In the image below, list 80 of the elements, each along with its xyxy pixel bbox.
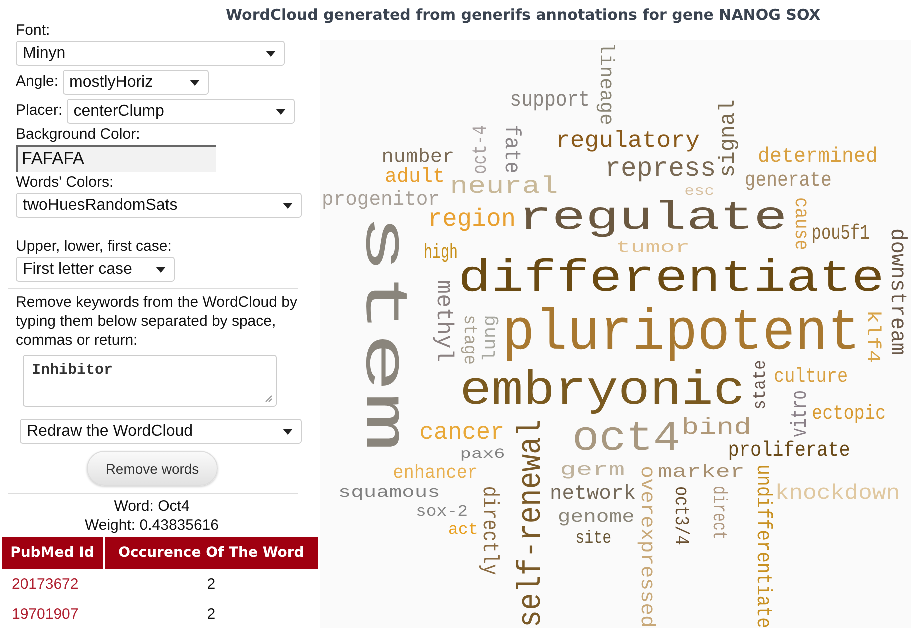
pubmed-link[interactable]: 20173672 <box>12 576 79 592</box>
cloud-word[interactable]: direct <box>708 486 728 540</box>
cloud-word[interactable]: proliferate <box>728 441 850 462</box>
column-header: Occurence Of The Word <box>104 537 318 569</box>
words-colors-select[interactable]: twoHuesRandomSats <box>16 193 302 218</box>
cloud-word[interactable]: determined <box>758 147 878 168</box>
angle-label: Angle: <box>16 73 59 90</box>
weight-label: Weight: 0.43835616 <box>84 516 220 535</box>
cloud-word[interactable]: network <box>550 485 636 505</box>
cloud-word[interactable]: ectopic <box>812 405 886 425</box>
cloud-word[interactable]: oct4 <box>572 418 680 460</box>
cloud-word[interactable]: culture <box>774 368 848 388</box>
caret-icon <box>283 428 293 434</box>
placer-label: Placer: <box>16 102 63 119</box>
cloud-word[interactable]: sox-2 <box>416 504 468 520</box>
cloud-word[interactable]: high <box>424 244 458 264</box>
cloud-word[interactable]: embryonic <box>460 368 746 416</box>
cloud-word[interactable]: methyl <box>432 280 455 362</box>
caret-icon <box>266 50 276 56</box>
column-header: PubMed Id <box>2 537 103 569</box>
cloud-word[interactable]: cause <box>790 197 810 250</box>
cloud-word[interactable]: pax6 <box>460 448 505 462</box>
cloud-word[interactable]: stem <box>352 214 412 452</box>
cloud-word[interactable]: adult <box>385 168 445 188</box>
cloud-word[interactable]: genome <box>558 509 635 527</box>
redraw-select[interactable]: Redraw the WordCloud <box>20 419 302 444</box>
table-cell: 2 <box>207 606 216 622</box>
table-cell: 2 <box>207 576 216 592</box>
cloud-word[interactable]: bind <box>682 417 752 440</box>
caret-icon <box>156 266 166 272</box>
cloud-word[interactable]: pou5f1 <box>812 224 870 245</box>
cloud-word[interactable]: squamous <box>338 485 440 501</box>
cloud-word[interactable]: repress <box>604 157 716 184</box>
background-color-field[interactable]: FAFAFA <box>16 145 216 172</box>
pubmed-link[interactable]: 19701907 <box>12 606 79 622</box>
caret-icon <box>190 80 200 86</box>
angle-select[interactable]: mostlyHoriz <box>62 70 209 95</box>
cloud-word[interactable]: state <box>752 360 770 410</box>
cloud-word[interactable]: marker <box>658 464 745 482</box>
cloud-word[interactable]: enhancer <box>393 464 478 483</box>
cloud-word[interactable]: lineage <box>595 42 615 125</box>
cloud-word[interactable]: differentiate <box>458 257 884 302</box>
cloud-word[interactable]: directly <box>478 486 500 575</box>
cloud-word[interactable]: fate <box>500 125 522 174</box>
cloud-word[interactable]: number <box>382 148 455 167</box>
resize-grip-icon[interactable] <box>265 395 273 403</box>
font-select[interactable]: Minyn <box>16 41 285 66</box>
placer-select[interactable]: centerClump <box>66 99 295 124</box>
keywords-field[interactable]: Inhibitor <box>23 355 277 407</box>
font-label: Font: <box>16 22 50 39</box>
cloud-word[interactable]: oct-4 <box>472 125 492 174</box>
cloud-word[interactable]: stage <box>460 315 478 365</box>
cloud-word[interactable]: neural <box>450 176 558 200</box>
cloud-word[interactable]: regulate <box>518 200 787 240</box>
cloud-word[interactable]: germ <box>560 462 625 480</box>
cloud-word[interactable]: act <box>448 522 478 538</box>
cloud-word[interactable]: undifferentiate <box>752 464 773 628</box>
cloud-word[interactable]: cancer <box>420 422 505 446</box>
case-select[interactable]: First letter case <box>16 257 175 282</box>
instructions-text: Remove keywords from the WordCloud by typing them below separated by space, commas or return: <box>16 293 298 350</box>
word-label: Word: Oct4 <box>113 497 191 516</box>
cloud-word[interactable]: klf4 <box>863 310 882 363</box>
page-title: WordCloud generated from generifs annotations for gene NANOG SOX <box>225 5 822 22</box>
background-color-label: Background Color: <box>16 126 140 143</box>
cloud-word[interactable]: vitro <box>790 390 812 437</box>
cloud-word[interactable]: support <box>510 90 590 112</box>
cloud-word[interactable]: generate <box>745 171 832 192</box>
words-colors-label: Words' Colors: <box>16 174 114 191</box>
caret-icon <box>283 202 293 208</box>
cloud-word[interactable]: self-renewal <box>515 420 548 628</box>
cloud-word[interactable]: signal <box>718 100 740 178</box>
cloud-word[interactable]: oct3/4 <box>670 486 690 545</box>
cloud-word[interactable]: site <box>576 530 612 548</box>
case-label: Upper, lower, first case: <box>16 238 172 255</box>
caret-icon <box>276 108 286 114</box>
cloud-word[interactable]: lung <box>482 315 500 362</box>
cloud-word[interactable]: downstream <box>886 228 908 355</box>
cloud-word[interactable]: regulatory <box>556 130 700 153</box>
remove-words-button[interactable]: Remove words <box>87 451 218 486</box>
cloud-word[interactable]: overexpressed <box>636 466 656 628</box>
